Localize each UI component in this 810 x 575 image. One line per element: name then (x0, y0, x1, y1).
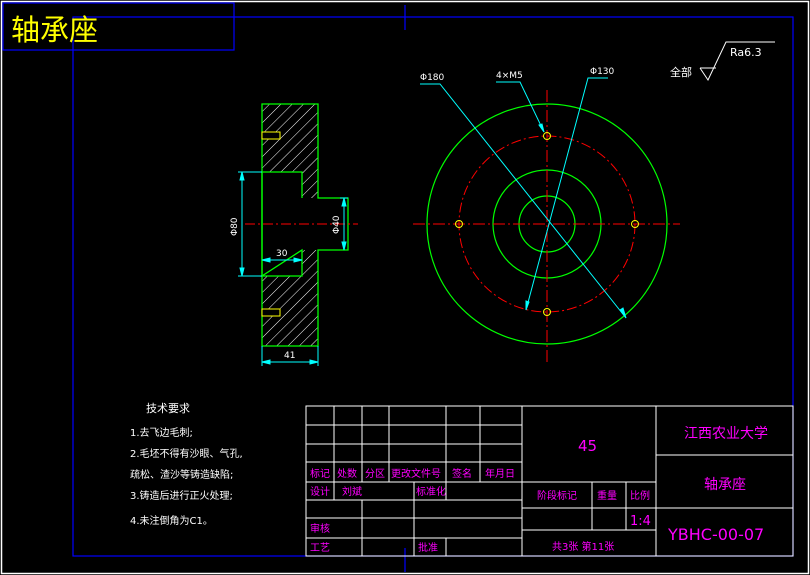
row-header-count: 处数 (337, 467, 357, 480)
dim-depth-label: 30 (276, 249, 288, 259)
hatch-lower (262, 250, 318, 346)
leader-pitch-dia-label: Φ130 (590, 67, 615, 77)
surface-finish-prefix: 全部 (670, 65, 692, 79)
hatch-upper (262, 104, 318, 198)
surface-finish-value: Ra6.3 (730, 46, 762, 59)
scale-value: 1:4 (630, 514, 651, 529)
school-name: 江西农业大学 (684, 426, 768, 442)
sheet-border (0, 0, 810, 575)
approve-label: 批准 (418, 541, 438, 554)
row-header-signature: 签名 (452, 467, 472, 480)
process-label: 工艺 (310, 542, 330, 554)
review-label: 审核 (310, 522, 330, 535)
title-block-text: 标记 处数 分区 更改文件号 签名 年月日 设计 刘斌 标准化 审核 工艺 批准… (310, 426, 768, 554)
row-header-date: 年月日 (485, 467, 515, 480)
weight-header: 重量 (597, 489, 617, 502)
tech-req-line: 2.毛坯不得有沙眼、气孔, (130, 447, 243, 460)
standardize-label: 标准化 (416, 485, 446, 498)
bolt-hole-lower (261, 308, 281, 317)
leader-bolts-label: 4×M5 (496, 71, 523, 81)
scale-header: 比例 (630, 489, 650, 502)
front-view: Φ180 4×M5 Φ130 (413, 67, 680, 362)
leader-outer-dia-label: Φ180 (420, 73, 445, 83)
tech-req-heading: 技术要求 (146, 402, 190, 415)
leader-outer-dia (420, 83, 627, 319)
row-header-zone: 分区 (365, 468, 385, 480)
leader-pitch-dia (525, 77, 608, 311)
row-header-change-doc: 更改文件号 (391, 467, 441, 480)
tech-req-line: 疏松、渣沙等铸造缺陷; (130, 468, 233, 481)
part-name: 轴承座 (704, 477, 746, 493)
designer-label: 设计 (310, 485, 330, 498)
dim-hub-dia-label: Φ40 (332, 215, 342, 234)
tech-req-line: 4.未注倒角为C1。 (130, 514, 213, 527)
drawing-number: YBHC-00-07 (667, 525, 764, 544)
technical-requirements: 技术要求 1.去飞边毛刺; 2.毛坯不得有沙眼、气孔, 疏松、渣沙等铸造缺陷; … (130, 402, 243, 527)
bolt-hole-upper (261, 131, 281, 140)
row-header-mark: 标记 (310, 468, 330, 480)
section-view: Φ80 Φ40 30 41 (230, 103, 358, 366)
designer-name: 刘斌 (342, 486, 362, 498)
sheet-count: 共3张 第11张 (552, 540, 614, 553)
cad-drawing: 轴承座 全部 Ra6.3 Φ80 Φ40 30 41 Φ180 4×M5 Φ13… (0, 0, 810, 575)
dim-bore-dia-label: Φ80 (230, 217, 240, 236)
tech-req-line: 3.铸造后进行正火处理; (130, 489, 233, 502)
material-value: 45 (578, 437, 597, 455)
tech-req-line: 1.去飞边毛刺; (130, 427, 193, 439)
surface-finish-symbol: 全部 Ra6.3 (670, 41, 775, 82)
stage-header: 阶段标记 (537, 489, 577, 502)
dim-thickness-label: 41 (284, 351, 295, 361)
drawing-title: 轴承座 (11, 13, 98, 47)
